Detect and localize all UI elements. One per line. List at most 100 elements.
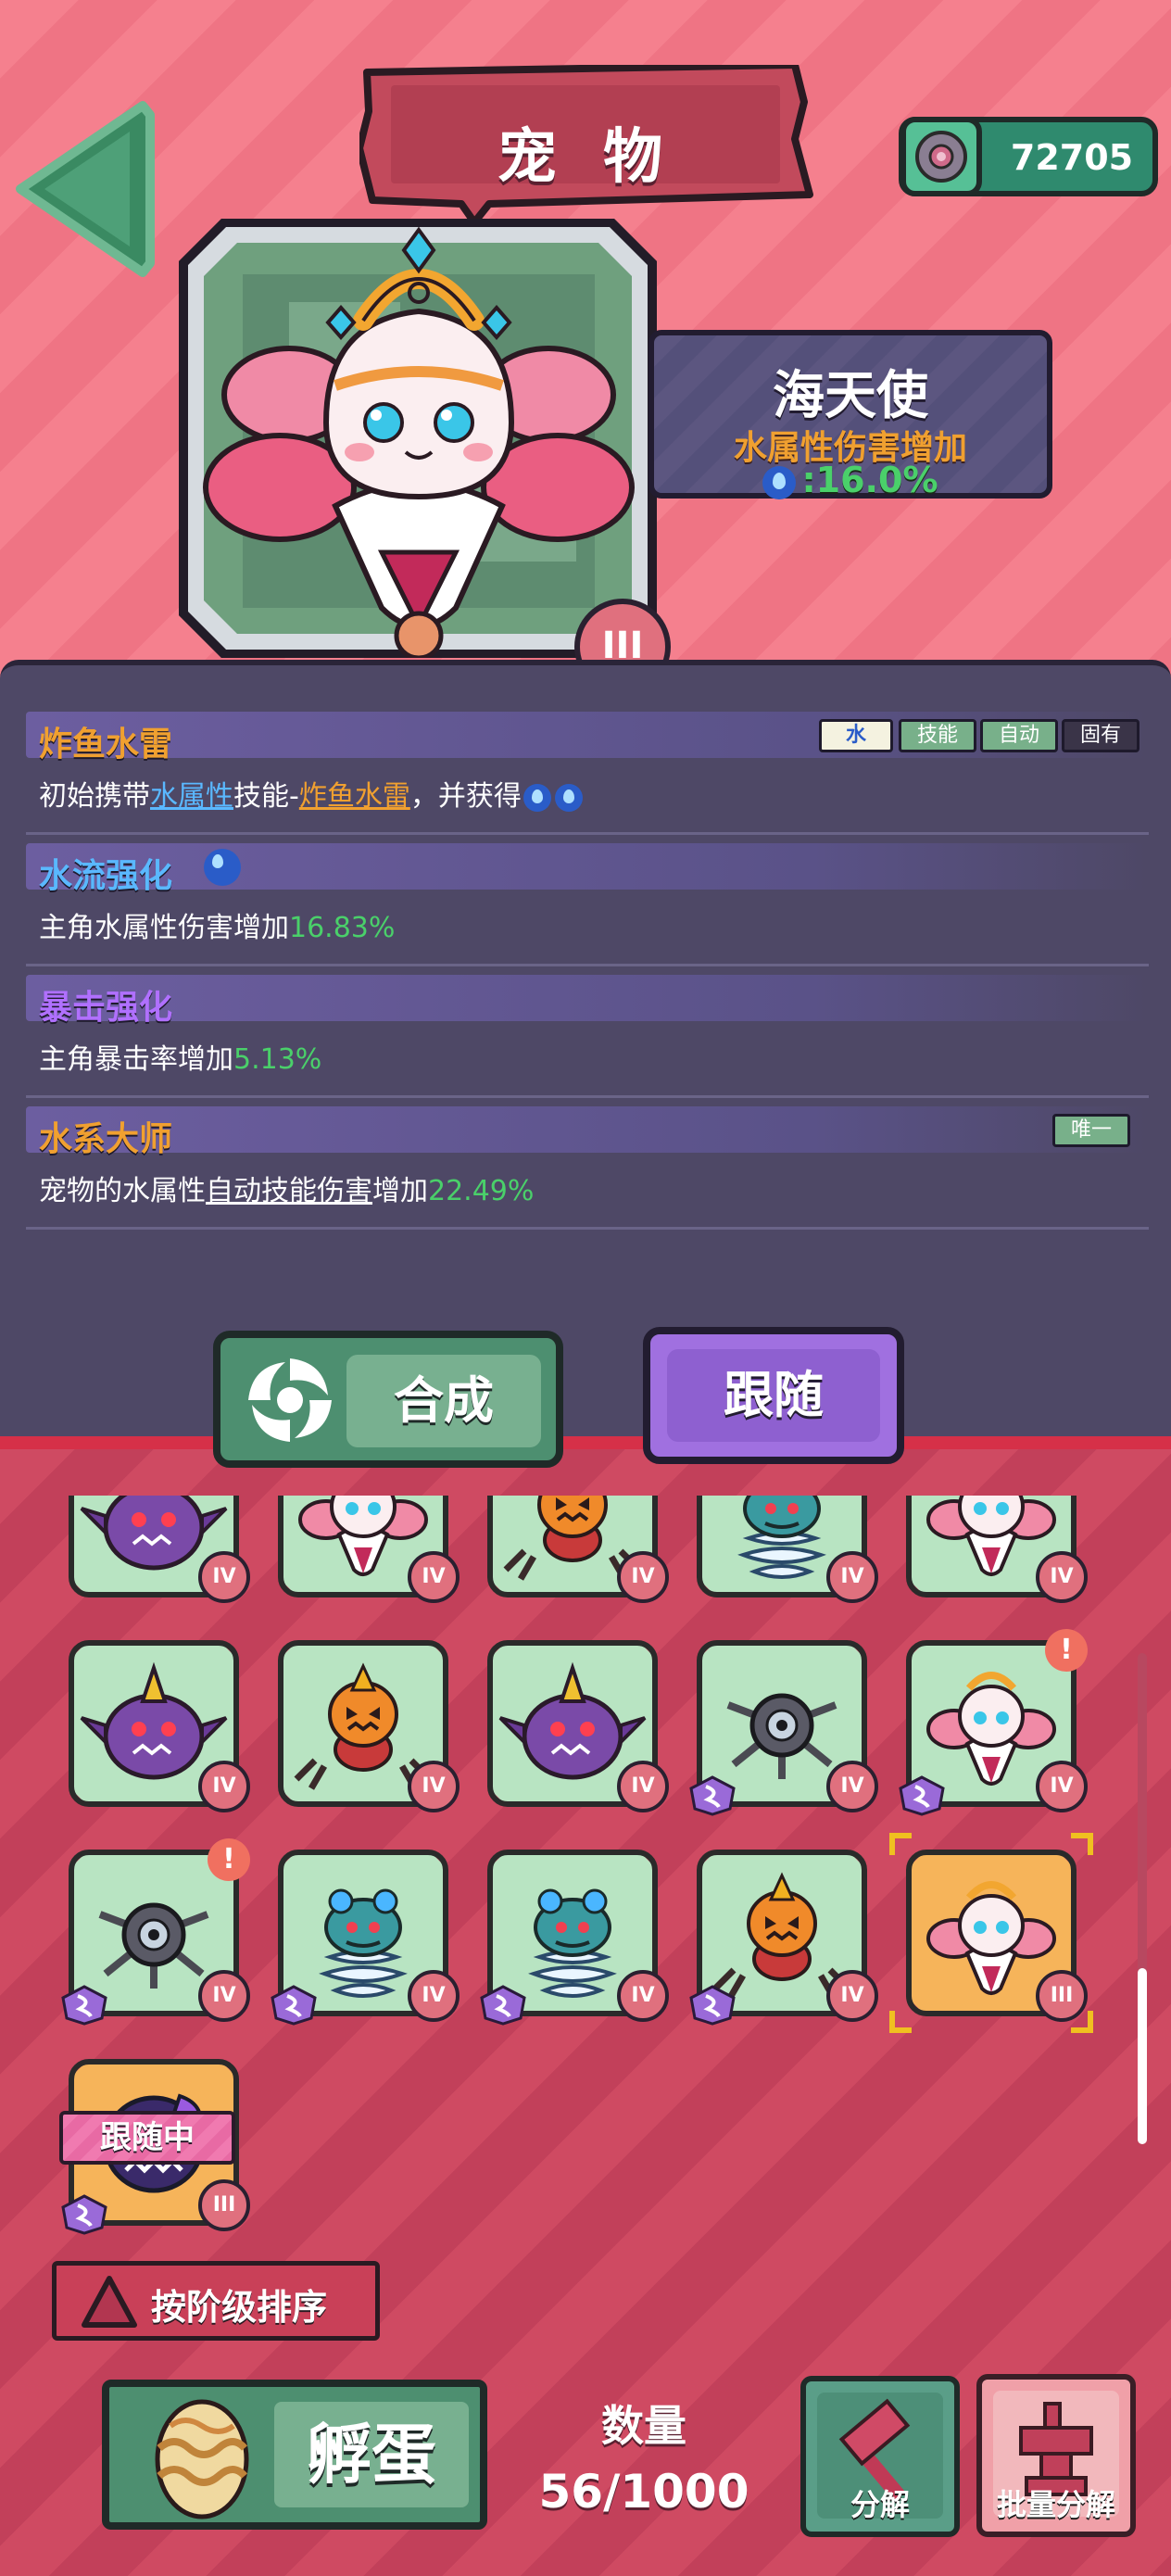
desc-keyword-skill: 炸鱼水雷 bbox=[298, 780, 410, 813]
tier-badge: IV bbox=[408, 1970, 460, 2022]
pet-card[interactable]: IV! bbox=[61, 1838, 250, 2026]
arcane-rune-icon bbox=[689, 1775, 736, 1816]
gem-coin-icon bbox=[900, 117, 982, 196]
skill-header: 炸鱼水雷 水 技能 自动 固有 bbox=[26, 712, 1149, 764]
skill-entry: 水系大师 唯一 宠物的水属性自动技能伤害增加22.49% bbox=[26, 1106, 1149, 1208]
skill-header: 暴击强化 bbox=[26, 975, 1149, 1027]
pet-card[interactable]: IV bbox=[69, 1496, 250, 1603]
skill-entry: 暴击强化 主角暴击率增加5.13% bbox=[26, 975, 1149, 1077]
arcane-rune-icon bbox=[899, 1775, 945, 1816]
pet-card[interactable]: IV bbox=[906, 1496, 1088, 1603]
tag-unique: 唯一 bbox=[1052, 1114, 1130, 1147]
desc-value: 22.49% bbox=[428, 1175, 535, 1207]
pet-card[interactable]: IV bbox=[271, 1850, 460, 2026]
selection-corner bbox=[1071, 1833, 1093, 1855]
skill-entry: 炸鱼水雷 水 技能 自动 固有 初始携带水属性技能-炸鱼水雷，并获得 bbox=[26, 712, 1149, 814]
skill-header: 水流强化 bbox=[26, 843, 1149, 895]
tier-badge: III bbox=[198, 2179, 250, 2231]
skill-title: 暴击强化 bbox=[39, 989, 173, 1027]
sort-by-tier-button[interactable]: 按阶级排序 bbox=[52, 2261, 380, 2341]
selection-corner bbox=[1071, 2011, 1093, 2033]
selection-corner bbox=[889, 1833, 912, 1855]
following-ribbon: 跟随中 bbox=[59, 2111, 235, 2165]
hatch-label: 孵蛋 bbox=[274, 2402, 469, 2507]
alert-badge: ! bbox=[208, 1838, 250, 1881]
pet-card[interactable]: IV bbox=[697, 1496, 878, 1603]
alert-badge: ! bbox=[1045, 1629, 1088, 1672]
follow-button[interactable]: 跟随 bbox=[643, 1327, 904, 1464]
desc-value: 5.13% bbox=[233, 1043, 322, 1076]
hatch-egg-button[interactable]: 孵蛋 bbox=[102, 2380, 487, 2530]
bulk-decompose-button[interactable]: 批量分解 bbox=[976, 2374, 1136, 2537]
pet-card[interactable]: III 跟随中 bbox=[59, 2059, 250, 2235]
pet-card[interactable]: IV bbox=[480, 1850, 669, 2026]
skill-description: 宠物的水属性自动技能伤害增加22.49% bbox=[26, 1168, 1149, 1208]
skill-description: 主角水属性伤害增加16.83% bbox=[26, 904, 1149, 945]
desc-text: 技能- bbox=[233, 780, 299, 813]
water-drop-icon bbox=[554, 783, 583, 812]
pet-inventory-grid: IV IV IV IV IV IV IV IV IV IV! IV! IV IV IV III III 跟随中 bbox=[0, 1496, 1171, 2255]
pet-bonus-value-row: :16.0% bbox=[654, 460, 1047, 500]
scrollbar-thumb[interactable] bbox=[1138, 1968, 1147, 2144]
pet-name-plate: 海天使 水属性伤害增加 :16.0% bbox=[648, 330, 1052, 500]
follow-button-label: 跟随 bbox=[667, 1349, 880, 1442]
desc-text: 主角暴击率增加 bbox=[39, 1043, 233, 1076]
desc-text: 增加 bbox=[372, 1175, 428, 1207]
currency-value: 72705 bbox=[1010, 137, 1134, 178]
desc-keyword-water: 水属性 bbox=[150, 780, 233, 813]
pet-name: 海天使 bbox=[773, 366, 928, 426]
currency-display: 72705 bbox=[899, 117, 1158, 196]
pet-card[interactable]: IV bbox=[487, 1640, 669, 1812]
back-arrow-icon[interactable] bbox=[13, 96, 161, 282]
featured-pet-portrait bbox=[178, 218, 658, 661]
desc-value: 16.83% bbox=[289, 912, 396, 944]
decompose-button[interactable]: 分解 bbox=[800, 2376, 960, 2537]
arcane-rune-icon bbox=[689, 1985, 736, 2026]
tag-innate: 固有 bbox=[1062, 719, 1140, 752]
count-label: 数量 bbox=[601, 2401, 686, 2451]
arcane-rune-icon bbox=[271, 1985, 317, 2026]
tier-badge: IV bbox=[617, 1970, 669, 2022]
skill-entry: 水流强化 主角水属性伤害增加16.83% bbox=[26, 843, 1149, 945]
selection-corner bbox=[889, 2011, 912, 2033]
count-value: 56/1000 bbox=[538, 2465, 749, 2519]
pet-card[interactable]: III bbox=[889, 1833, 1093, 2033]
skill-title: 炸鱼水雷 bbox=[39, 726, 173, 764]
skill-title: 水流强化 bbox=[39, 857, 173, 895]
desc-text: 初始携带 bbox=[39, 780, 150, 813]
merge-button[interactable]: 合成 bbox=[213, 1331, 563, 1468]
water-drop-icon bbox=[523, 783, 551, 812]
desc-text: 主角水属性伤害增加 bbox=[39, 912, 289, 944]
tier-badge: IV bbox=[198, 1551, 250, 1603]
skill-description: 初始携带水属性技能-炸鱼水雷，并获得 bbox=[26, 773, 1149, 814]
tag-auto: 自动 bbox=[980, 719, 1058, 752]
desc-keyword: 自动技能伤害 bbox=[206, 1175, 372, 1207]
merge-button-label: 合成 bbox=[346, 1355, 541, 1447]
pet-card[interactable]: IV bbox=[689, 1640, 878, 1816]
skill-header: 水系大师 唯一 bbox=[26, 1106, 1149, 1158]
skill-divider bbox=[26, 1095, 1149, 1098]
pet-card[interactable]: IV! bbox=[899, 1629, 1088, 1816]
arcane-rune-icon bbox=[61, 2194, 107, 2235]
pet-card[interactable]: IV bbox=[69, 1640, 250, 1812]
skill-divider bbox=[26, 832, 1149, 835]
pet-card[interactable]: IV bbox=[487, 1496, 669, 1603]
pet-card[interactable]: IV bbox=[689, 1850, 878, 2026]
pet-card[interactable]: IV bbox=[278, 1640, 460, 1812]
decompose-label: 分解 bbox=[850, 2487, 910, 2522]
pet-bonus-value: :16.0% bbox=[801, 460, 938, 500]
skill-description: 主角暴击率增加5.13% bbox=[26, 1036, 1149, 1077]
tier-badge: IV bbox=[826, 1551, 878, 1603]
swirl-icon bbox=[248, 1358, 332, 1442]
tier-badge: IV bbox=[1036, 1551, 1088, 1603]
desc-text: ，并获得 bbox=[409, 780, 522, 813]
sort-label: 按阶级排序 bbox=[151, 2287, 328, 2328]
triangle-sort-icon bbox=[82, 2276, 137, 2328]
tier-badge: IV bbox=[826, 1761, 878, 1812]
tier-badge: IV bbox=[198, 1761, 250, 1812]
arcane-rune-icon bbox=[480, 1985, 526, 2026]
tier-badge: IV bbox=[408, 1551, 460, 1603]
pet-card[interactable]: IV bbox=[278, 1496, 460, 1603]
egg-icon bbox=[155, 2399, 249, 2519]
arcane-rune-icon bbox=[61, 1985, 107, 2026]
